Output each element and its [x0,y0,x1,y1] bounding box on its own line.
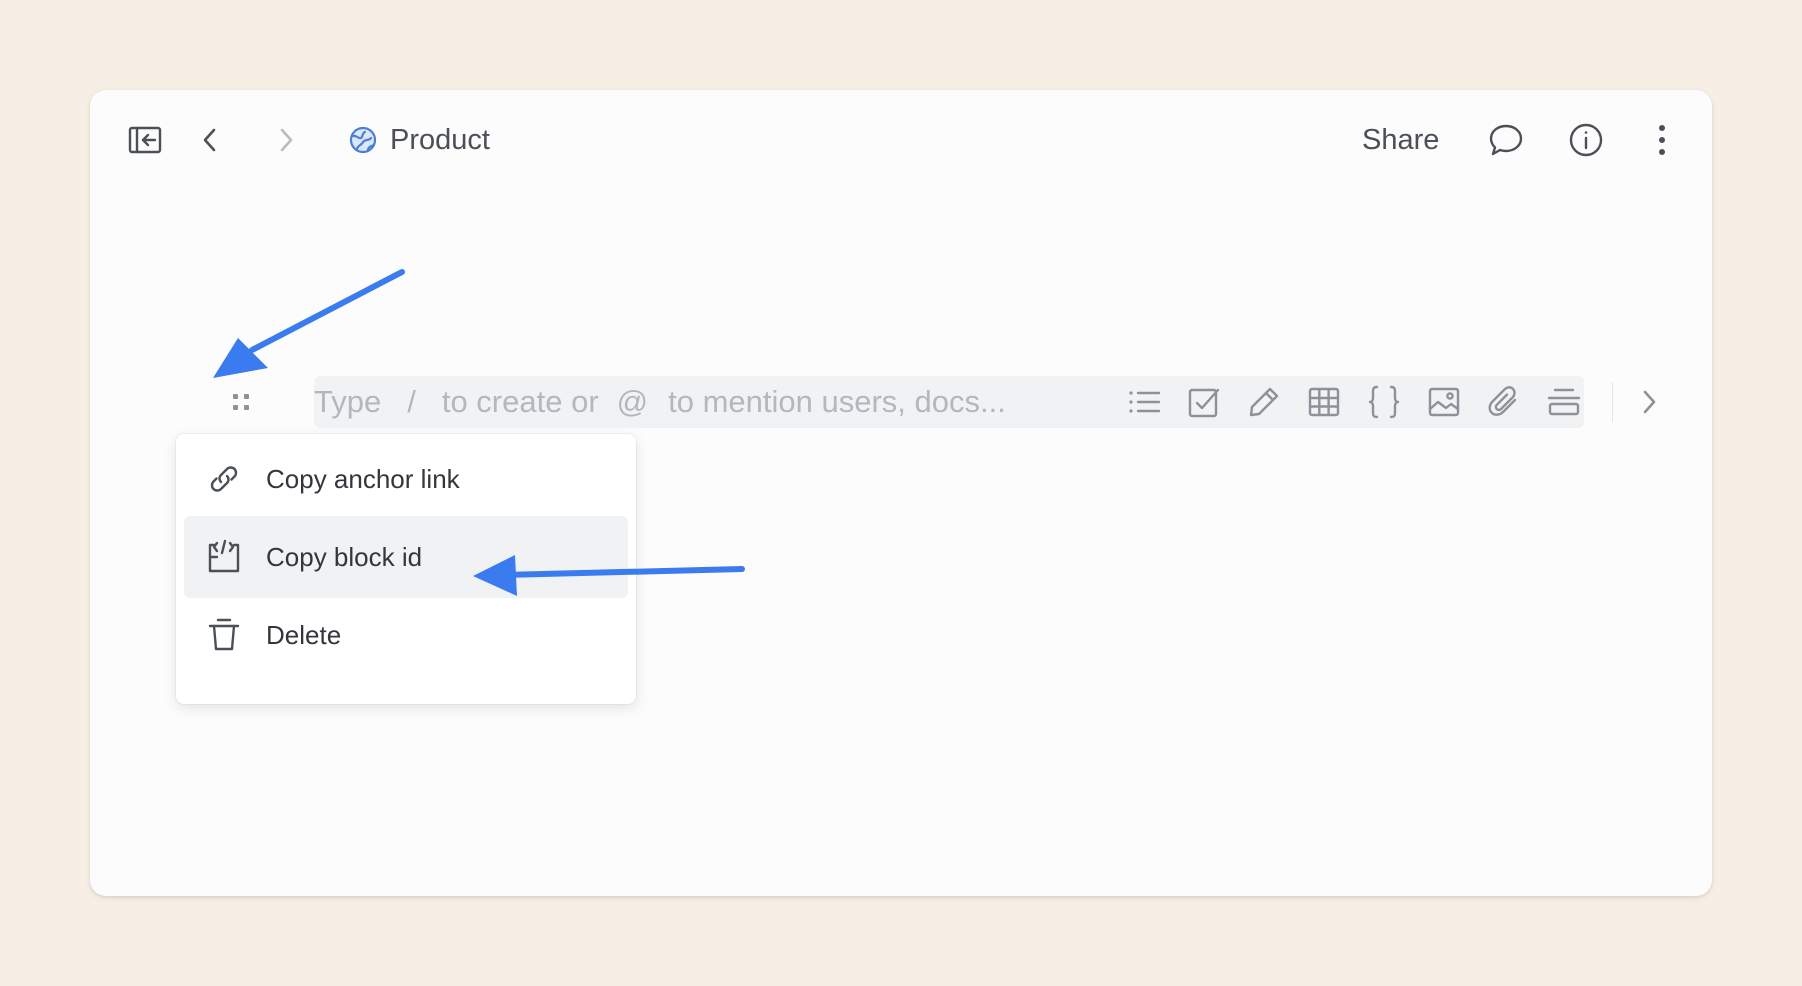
breadcrumb[interactable]: Product [348,118,490,162]
menu-item-label: Copy block id [266,541,423,572]
drawing-button[interactable] [1234,376,1294,428]
back-icon [203,128,216,152]
document-title: Product [390,123,490,156]
attachment-button[interactable] [1474,376,1534,428]
block-type-toolbar [1114,376,1679,428]
code-block-button[interactable] [1354,376,1414,428]
forward-icon [280,128,293,152]
placeholder-at: @ [616,384,649,419]
more-options-button[interactable] [1644,116,1680,164]
comment-icon [1489,124,1523,156]
editor-placeholder: Type / to create or @ to mention users, … [314,376,1006,428]
image-button[interactable] [1414,376,1474,428]
link-icon [206,461,242,497]
divider-button[interactable] [1534,376,1594,428]
menu-item-delete[interactable]: Delete [184,594,628,676]
pencil-icon [1249,387,1279,417]
sidebar-toggle-button[interactable] [120,120,170,160]
menu-item-label: Copy anchor link [266,463,460,494]
table-button[interactable] [1294,376,1354,428]
chevron-right-icon [1643,390,1656,414]
divider-icon [1547,388,1581,416]
code-braces-icon [1368,385,1400,419]
sidebar-collapse-icon [128,126,162,154]
info-icon [1569,123,1603,157]
checkbox-icon [1188,388,1220,418]
share-button[interactable]: Share [1352,116,1449,164]
image-icon [1428,387,1460,417]
editor-block: Type / to create or @ to mention users, … [224,376,1656,428]
menu-item-copy-anchor-link[interactable]: Copy anchor link [184,438,628,520]
forward-button[interactable] [266,120,306,160]
placeholder-create: to create or [441,384,599,419]
menu-item-copy-block-id[interactable]: Copy block id [184,516,628,598]
menu-item-label: Delete [266,619,342,650]
placeholder-slash: / [407,384,416,419]
block-id-icon [206,539,242,575]
comments-button[interactable] [1482,116,1530,164]
doc-globe-icon [349,126,377,154]
block-drag-handle[interactable] [224,376,258,428]
drag-handle-icon [233,394,249,410]
bulleted-list-icon [1129,391,1161,413]
more-vertical-icon [1659,125,1665,155]
block-context-menu: Copy anchor link Copy block id Delete [176,434,636,704]
back-button[interactable] [190,120,230,160]
app-window: Product Share Type / to create or @ to m… [90,90,1712,896]
info-button[interactable] [1562,116,1610,164]
toolbar-divider [1612,382,1613,422]
block-input-bar[interactable]: Type / to create or @ to mention users, … [314,376,1656,428]
placeholder-mention: to mention users, docs... [668,384,1006,419]
top-bar: Product Share [90,90,1712,190]
more-blocks-button[interactable] [1619,376,1679,428]
table-icon [1308,387,1340,417]
attachment-icon [1488,386,1517,416]
bulleted-list-button[interactable] [1114,376,1174,428]
trash-icon [206,617,242,653]
placeholder-type: Type [314,384,382,419]
todo-button[interactable] [1174,376,1234,428]
